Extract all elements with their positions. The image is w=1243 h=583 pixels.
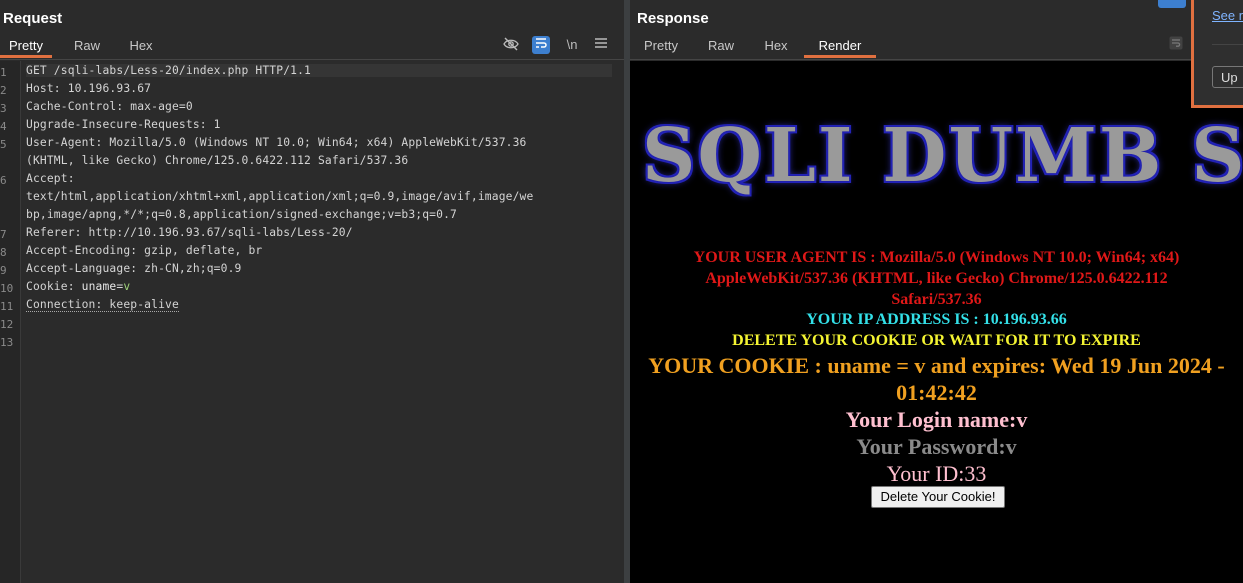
tabs-divider (630, 59, 1243, 60)
request-line[interactable]: Cache-Control: max-age=0 (26, 100, 193, 113)
request-line[interactable]: User-Agent: Mozilla/5.0 (Windows NT 10.0… (26, 136, 527, 149)
cookie-value: v (123, 280, 131, 293)
layout-icon[interactable] (1158, 0, 1186, 8)
response-title: Response (637, 10, 709, 27)
line-number: 8 (0, 246, 7, 259)
request-editor[interactable]: 1 2 3 4 5 6 7 8 9 10 11 12 13 GET /sqli-… (0, 61, 624, 583)
update-button[interactable]: Up (1212, 66, 1243, 88)
line-number-gutter: 1 2 3 4 5 6 7 8 9 10 11 12 13 (0, 61, 21, 583)
cookie-text: YOUR COOKIE : uname = v and expires: Wed… (648, 353, 1225, 405)
request-line[interactable]: text/html,application/xhtml+xml,applicat… (26, 190, 533, 203)
request-line[interactable]: Accept-Language: zh-CN,zh;q=0.9 (26, 262, 242, 275)
tab-hex[interactable]: Hex (756, 36, 796, 58)
response-pane: Response Pretty Raw Hex Render SQLI DUMB… (630, 0, 1243, 583)
cookie-line[interactable]: Cookie: uname=v (26, 280, 130, 293)
tab-render[interactable]: Render (804, 36, 876, 58)
request-line[interactable]: GET /sqli-labs/Less-20/index.php HTTP/1.… (26, 64, 612, 77)
request-line[interactable]: Accept: (26, 172, 75, 185)
delete-cookie-button[interactable]: Delete Your Cookie! (871, 486, 1005, 508)
line-number: 11 (0, 300, 14, 313)
connection-text: Connection: keep-alive (26, 298, 179, 312)
cookie-key: Cookie: (26, 280, 82, 293)
line-number: 7 (0, 228, 7, 241)
password-text: Your Password:v (856, 434, 1017, 459)
request-line[interactable]: Upgrade-Insecure-Requests: 1 (26, 118, 221, 131)
id-text: Your ID:33 (886, 461, 987, 486)
tab-hex[interactable]: Hex (118, 36, 164, 58)
wrap-icon[interactable] (532, 36, 550, 54)
hamburger-icon[interactable] (592, 36, 610, 54)
login-name-text: Your Login name:v (845, 407, 1028, 432)
eye-off-icon[interactable] (502, 36, 520, 54)
request-tabs: Pretty Raw Hex (0, 36, 624, 58)
request-line[interactable]: Host: 10.196.93.67 (26, 82, 151, 95)
connection-line[interactable]: Connection: keep-alive (26, 298, 179, 312)
line-number: 4 (0, 120, 7, 133)
line-number: 3 (0, 102, 7, 115)
ip-address-text: YOUR IP ADDRESS IS : 10.196.93.66 (806, 311, 1067, 328)
sqli-banner: SQLI DUMB S (642, 113, 1243, 199)
request-line[interactable]: Accept-Encoding: gzip, deflate, br (26, 244, 262, 257)
render-view: SQLI DUMB S YOUR USER AGENT IS : Mozilla… (630, 61, 1243, 583)
delete-cookie-notice: DELETE YOUR COOKIE OR WAIT FOR IT TO EXP… (732, 332, 1141, 349)
response-tabs: Pretty Raw Hex Render (630, 36, 1243, 58)
cookie-name: uname (81, 280, 117, 293)
line-number: 6 (0, 174, 7, 187)
user-agent-text: YOUR USER AGENT IS : Mozilla/5.0 (Window… (693, 249, 1180, 308)
popup-divider (1212, 44, 1243, 45)
request-title: Request (3, 10, 63, 27)
line-number: 5 (0, 138, 7, 151)
tab-pretty[interactable]: Pretty (0, 36, 52, 58)
see-more-link[interactable]: See r (1212, 8, 1243, 23)
request-line[interactable]: Referer: http://10.196.93.67/sqli-labs/L… (26, 226, 353, 239)
tabs-divider (0, 59, 624, 60)
line-number: 13 (0, 336, 14, 349)
line-number: 12 (0, 318, 14, 331)
request-line[interactable]: (KHTML, like Gecko) Chrome/125.0.6422.11… (26, 154, 408, 167)
tab-raw[interactable]: Raw (62, 36, 112, 58)
tab-pretty[interactable]: Pretty (636, 36, 686, 58)
update-popup: See r Up (1191, 0, 1243, 108)
wrap-icon[interactable] (1167, 36, 1185, 54)
line-number: 10 (0, 282, 14, 295)
tab-raw[interactable]: Raw (700, 36, 742, 58)
request-line[interactable]: bp,image/apng,*/*;q=0.8,application/sign… (26, 208, 457, 221)
request-pane: Request Pretty Raw Hex \n 1 2 3 4 5 6 7 … (0, 0, 624, 583)
newline-toggle[interactable]: \n (563, 36, 581, 54)
line-number: 1 (0, 66, 7, 79)
line-number: 2 (0, 84, 7, 97)
line-number: 9 (0, 264, 7, 277)
